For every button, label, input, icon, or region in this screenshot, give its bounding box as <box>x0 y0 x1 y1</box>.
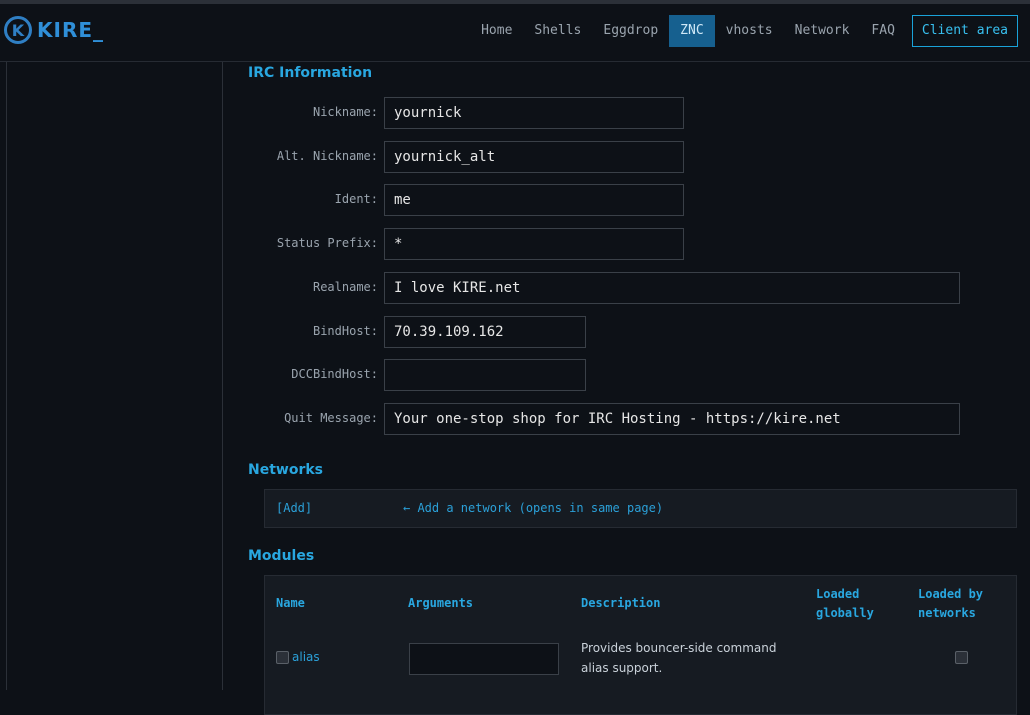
altnick-label: Alt. Nickname: <box>276 149 378 163</box>
nickname-field[interactable]: yournick <box>384 97 684 129</box>
dccbindhost-field[interactable] <box>384 359 586 391</box>
nav-faq[interactable]: FAQ <box>860 15 905 47</box>
nav-shells[interactable]: Shells <box>523 15 592 47</box>
nav-eggdrop[interactable]: Eggdrop <box>592 15 669 47</box>
brand-logo[interactable]: K KIRE_ <box>4 16 104 44</box>
realname-field[interactable]: I love KIRE.net <box>384 272 960 304</box>
module-arguments-field[interactable] <box>409 643 559 675</box>
nav-znc[interactable]: ZNC <box>669 15 715 47</box>
nav-vhosts[interactable]: vhosts <box>715 15 784 47</box>
top-navbar: K KIRE_ Home Shells Eggdrop ZNC vhosts N… <box>0 0 1030 62</box>
th-description: Description <box>581 596 661 610</box>
networks-panel: [Add] ← Add a network (opens in same pag… <box>264 489 1017 528</box>
bindhost-label: BindHost: <box>312 324 378 338</box>
add-network-link[interactable]: [Add] <box>276 501 312 515</box>
th-loaded-globally: Loaded globally <box>816 587 874 620</box>
client-area-button[interactable]: Client area <box>911 15 1018 47</box>
sidebar <box>6 62 223 690</box>
status-prefix-field[interactable]: * <box>384 228 684 260</box>
module-name[interactable]: alias <box>292 650 320 664</box>
logo-text: KIRE_ <box>37 18 105 42</box>
ident-field[interactable]: me <box>384 184 684 216</box>
th-loaded-by-networks: Loaded by networks <box>918 587 984 620</box>
irc-info-title: IRC Information <box>248 65 373 81</box>
altnick-field[interactable]: yournick_alt <box>384 141 684 173</box>
module-enable-checkbox[interactable] <box>276 651 289 664</box>
modules-title: Modules <box>248 548 315 564</box>
th-arguments: Arguments <box>408 596 474 610</box>
th-name: Name <box>276 596 305 610</box>
module-description: Provides bouncer-side command alias supp… <box>581 641 777 675</box>
loaded-by-networks-checkbox[interactable] <box>955 651 968 664</box>
ident-label: Ident: <box>334 192 378 206</box>
quit-label: Quit Message: <box>284 411 378 425</box>
realname-label: Realname: <box>312 280 378 294</box>
nickname-label: Nickname: <box>312 105 378 119</box>
bindhost-field[interactable]: 70.39.109.162 <box>384 316 586 348</box>
main-content: IRC Information Nickname: yournick Alt. … <box>248 62 1030 715</box>
nav-home[interactable]: Home <box>470 15 523 47</box>
prefix-label: Status Prefix: <box>276 236 378 250</box>
logo-icon: K <box>4 16 32 44</box>
main-nav: Home Shells Eggdrop ZNC vhosts Network F… <box>470 15 1018 47</box>
quit-message-field[interactable]: Your one-stop shop for IRC Hosting - htt… <box>384 403 960 435</box>
dccbindhost-label: DCCBindHost: <box>291 367 378 381</box>
nav-network[interactable]: Network <box>784 15 861 47</box>
modules-table: Name Arguments Description Loaded global… <box>264 575 1017 715</box>
add-network-hint: ← Add a network (opens in same page) <box>403 501 664 515</box>
networks-title: Networks <box>248 462 324 478</box>
